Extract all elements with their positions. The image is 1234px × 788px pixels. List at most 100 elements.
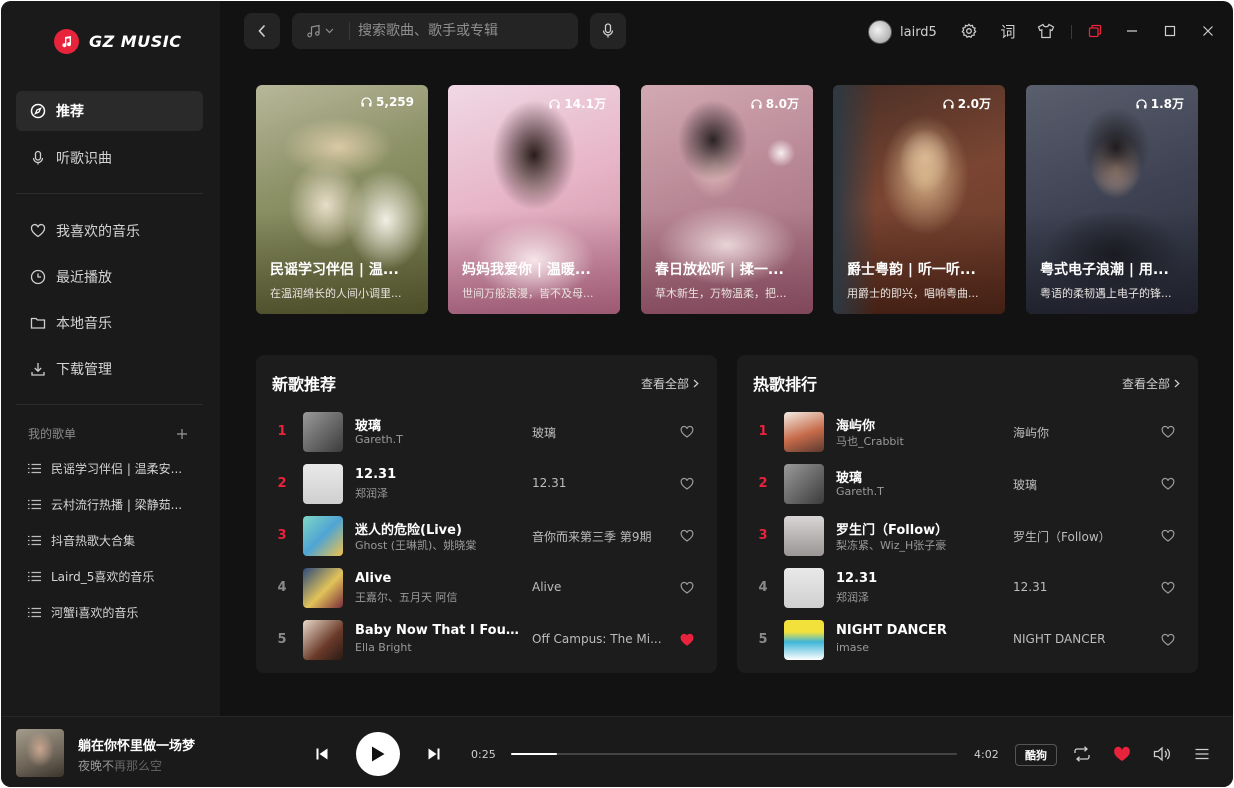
volume-button[interactable] bbox=[1152, 744, 1172, 764]
plus-icon[interactable] bbox=[176, 428, 188, 440]
heart-outline-icon[interactable] bbox=[1161, 477, 1175, 491]
song-title: 12.31 bbox=[836, 571, 878, 586]
playlist-card[interactable]: 1.8万 粤式电子浪潮 | 用... 粤语的柔韧遇上电子的锋... bbox=[1026, 85, 1198, 314]
album-cover bbox=[303, 516, 343, 556]
playlist-queue-button[interactable] bbox=[1192, 744, 1212, 764]
see-all-link[interactable]: 查看全部 bbox=[641, 375, 699, 392]
playlist-card[interactable]: 14.1万 妈妈我爱你 | 温暖... 世间万般浪漫，皆不及母... bbox=[448, 85, 620, 314]
song-row[interactable]: 3 迷人的危险(Live) Ghost (王琳凯)、姚晓棠 音你而来第三季 第9… bbox=[256, 514, 717, 558]
heart-outline-icon[interactable] bbox=[1161, 581, 1175, 595]
see-all-label: 查看全部 bbox=[640, 377, 689, 391]
nav-item-recommend[interactable]: 推荐 bbox=[16, 91, 203, 131]
playlist-item[interactable]: 民谣学习伴侣 | 温柔安... bbox=[28, 460, 198, 477]
heart-outline-icon[interactable] bbox=[680, 477, 694, 491]
song-row[interactable]: 4 12.31 郑润泽 12.31 bbox=[737, 566, 1198, 610]
heart-outline-icon[interactable] bbox=[680, 581, 694, 595]
heart-filled-icon[interactable] bbox=[680, 633, 694, 647]
heart-outline-icon[interactable] bbox=[680, 425, 694, 439]
repeat-icon bbox=[1074, 746, 1090, 762]
new-songs-panel: 新歌推荐 查看全部 1 玻璃 Gareth.T 玻璃 2 12.31 郑润泽 1… bbox=[256, 355, 717, 673]
song-title: 玻璃 bbox=[355, 419, 382, 434]
artist-main: 夜晚不 bbox=[78, 759, 115, 773]
next-button[interactable] bbox=[426, 746, 442, 762]
card-description: 草木新生，万物温柔，把... bbox=[655, 287, 787, 300]
search-type-selector[interactable] bbox=[292, 22, 350, 40]
previous-button[interactable] bbox=[314, 746, 330, 762]
heart-outline-icon[interactable] bbox=[1161, 425, 1175, 439]
nav-label: 本地音乐 bbox=[56, 316, 112, 332]
nav-item-recent[interactable]: 最近播放 bbox=[16, 257, 203, 297]
player-bar: 躺在你怀里做一场梦 夜晚不再那么空 0:25 4:02 酷狗 bbox=[1, 716, 1233, 787]
song-row[interactable]: 2 12.31 郑润泽 12.31 bbox=[256, 462, 717, 506]
search-bar bbox=[292, 13, 578, 49]
playlist-item[interactable]: Laird_5喜欢的音乐 bbox=[28, 568, 198, 585]
lyrics-button[interactable]: 词 bbox=[998, 21, 1018, 41]
search-input[interactable] bbox=[350, 13, 578, 49]
headphones-icon bbox=[549, 98, 561, 108]
song-row[interactable]: 1 海屿你 马也_Crabbit 海屿你 bbox=[737, 410, 1198, 454]
skin-button[interactable] bbox=[1036, 21, 1056, 41]
progress-fill bbox=[511, 753, 558, 755]
maximize-button[interactable] bbox=[1160, 21, 1180, 41]
play-count: 1.8万 bbox=[1136, 95, 1184, 112]
play-button[interactable] bbox=[356, 732, 400, 776]
mini-mode-button[interactable] bbox=[1085, 21, 1105, 41]
heart-outline-icon[interactable] bbox=[1161, 529, 1175, 543]
nav-label: 最近播放 bbox=[56, 270, 112, 286]
now-playing-title[interactable]: 躺在你怀里做一场梦 bbox=[78, 735, 195, 754]
artist-name: 马也_Crabbit bbox=[836, 435, 904, 448]
album-cover bbox=[303, 568, 343, 608]
playlist-card[interactable]: 5,259 民谣学习伴侣 | 温... 在温润绵长的人间小调里... bbox=[256, 85, 428, 314]
headphones-icon bbox=[943, 98, 954, 108]
playlist-item[interactable]: 抖音热歌大合集 bbox=[28, 532, 198, 549]
song-row[interactable]: 2 玻璃 Gareth.T 玻璃 bbox=[737, 462, 1198, 506]
song-row[interactable]: 3 罗生门（Follow） 梨冻紧、Wiz_H张子豪 罗生门（Follow） bbox=[737, 514, 1198, 558]
artist-name: Gareth.T bbox=[836, 485, 884, 498]
card-description: 用爵士的即兴，唱响粤曲... bbox=[847, 287, 979, 300]
quality-badge[interactable]: 酷狗 bbox=[1015, 744, 1057, 766]
playlist-item[interactable]: 河蟹i喜欢的音乐 bbox=[28, 604, 198, 621]
card-title: 春日放松听 | 揉一... bbox=[655, 262, 784, 278]
album-name: 12.31 bbox=[532, 476, 567, 490]
avatar bbox=[868, 20, 892, 44]
album-name: 玻璃 bbox=[532, 426, 557, 440]
back-button[interactable] bbox=[244, 13, 280, 49]
card-artwork bbox=[833, 85, 1005, 314]
list-icon bbox=[28, 607, 41, 618]
now-playing-cover[interactable] bbox=[16, 729, 64, 777]
repeat-button[interactable] bbox=[1072, 744, 1092, 764]
clock-icon bbox=[30, 269, 46, 285]
playlist-card[interactable]: 8.0万 春日放松听 | 揉一... 草木新生，万物温柔，把... bbox=[641, 85, 813, 314]
close-button[interactable] bbox=[1198, 21, 1218, 41]
progress-bar[interactable] bbox=[511, 753, 957, 755]
nav-item-liked-music[interactable]: 我喜欢的音乐 bbox=[16, 211, 203, 251]
user-profile[interactable]: laird5 bbox=[868, 20, 937, 44]
album-name: Alive bbox=[532, 580, 562, 594]
card-title: 粤式电子浪潮 | 用... bbox=[1040, 262, 1169, 278]
nav-label: 听歌识曲 bbox=[56, 151, 112, 167]
nav-item-song-recognition[interactable]: 听歌识曲 bbox=[16, 138, 203, 178]
voice-search-button[interactable] bbox=[590, 13, 626, 49]
song-row[interactable]: 1 玻璃 Gareth.T 玻璃 bbox=[256, 410, 717, 454]
nav-item-downloads[interactable]: 下载管理 bbox=[16, 349, 203, 389]
heart-outline-icon[interactable] bbox=[1161, 633, 1175, 647]
sidebar-divider bbox=[16, 193, 203, 194]
see-all-label: 查看全部 bbox=[1121, 377, 1170, 391]
nav-item-local-music[interactable]: 本地音乐 bbox=[16, 303, 203, 343]
settings-button[interactable] bbox=[959, 21, 979, 41]
see-all-link[interactable]: 查看全部 bbox=[1122, 375, 1180, 392]
playlist-item[interactable]: 云村流行热播 | 梁静茹... bbox=[28, 496, 198, 513]
artist-name: 梨冻紧、Wiz_H张子豪 bbox=[836, 539, 947, 552]
minimize-button[interactable] bbox=[1122, 21, 1142, 41]
heart-outline-icon[interactable] bbox=[680, 529, 694, 543]
song-row[interactable]: 5 NIGHT DANCER imase NIGHT DANCER bbox=[737, 618, 1198, 662]
song-row[interactable]: 4 Alive 王嘉尔、五月天 阿信 Alive bbox=[256, 566, 717, 610]
app-logo[interactable]: GZ MUSIC bbox=[54, 29, 181, 54]
album-cover bbox=[784, 464, 824, 504]
like-button[interactable] bbox=[1112, 744, 1132, 764]
compass-icon bbox=[30, 103, 46, 119]
playlist-card[interactable]: 2.0万 爵士粤韵 | 听一听... 用爵士的即兴，唱响粤曲... bbox=[833, 85, 1005, 314]
song-row[interactable]: 5 Baby Now That I Found ... Ella Bright … bbox=[256, 618, 717, 662]
album-name: 12.31 bbox=[1013, 580, 1048, 594]
gear-icon bbox=[961, 23, 977, 38]
